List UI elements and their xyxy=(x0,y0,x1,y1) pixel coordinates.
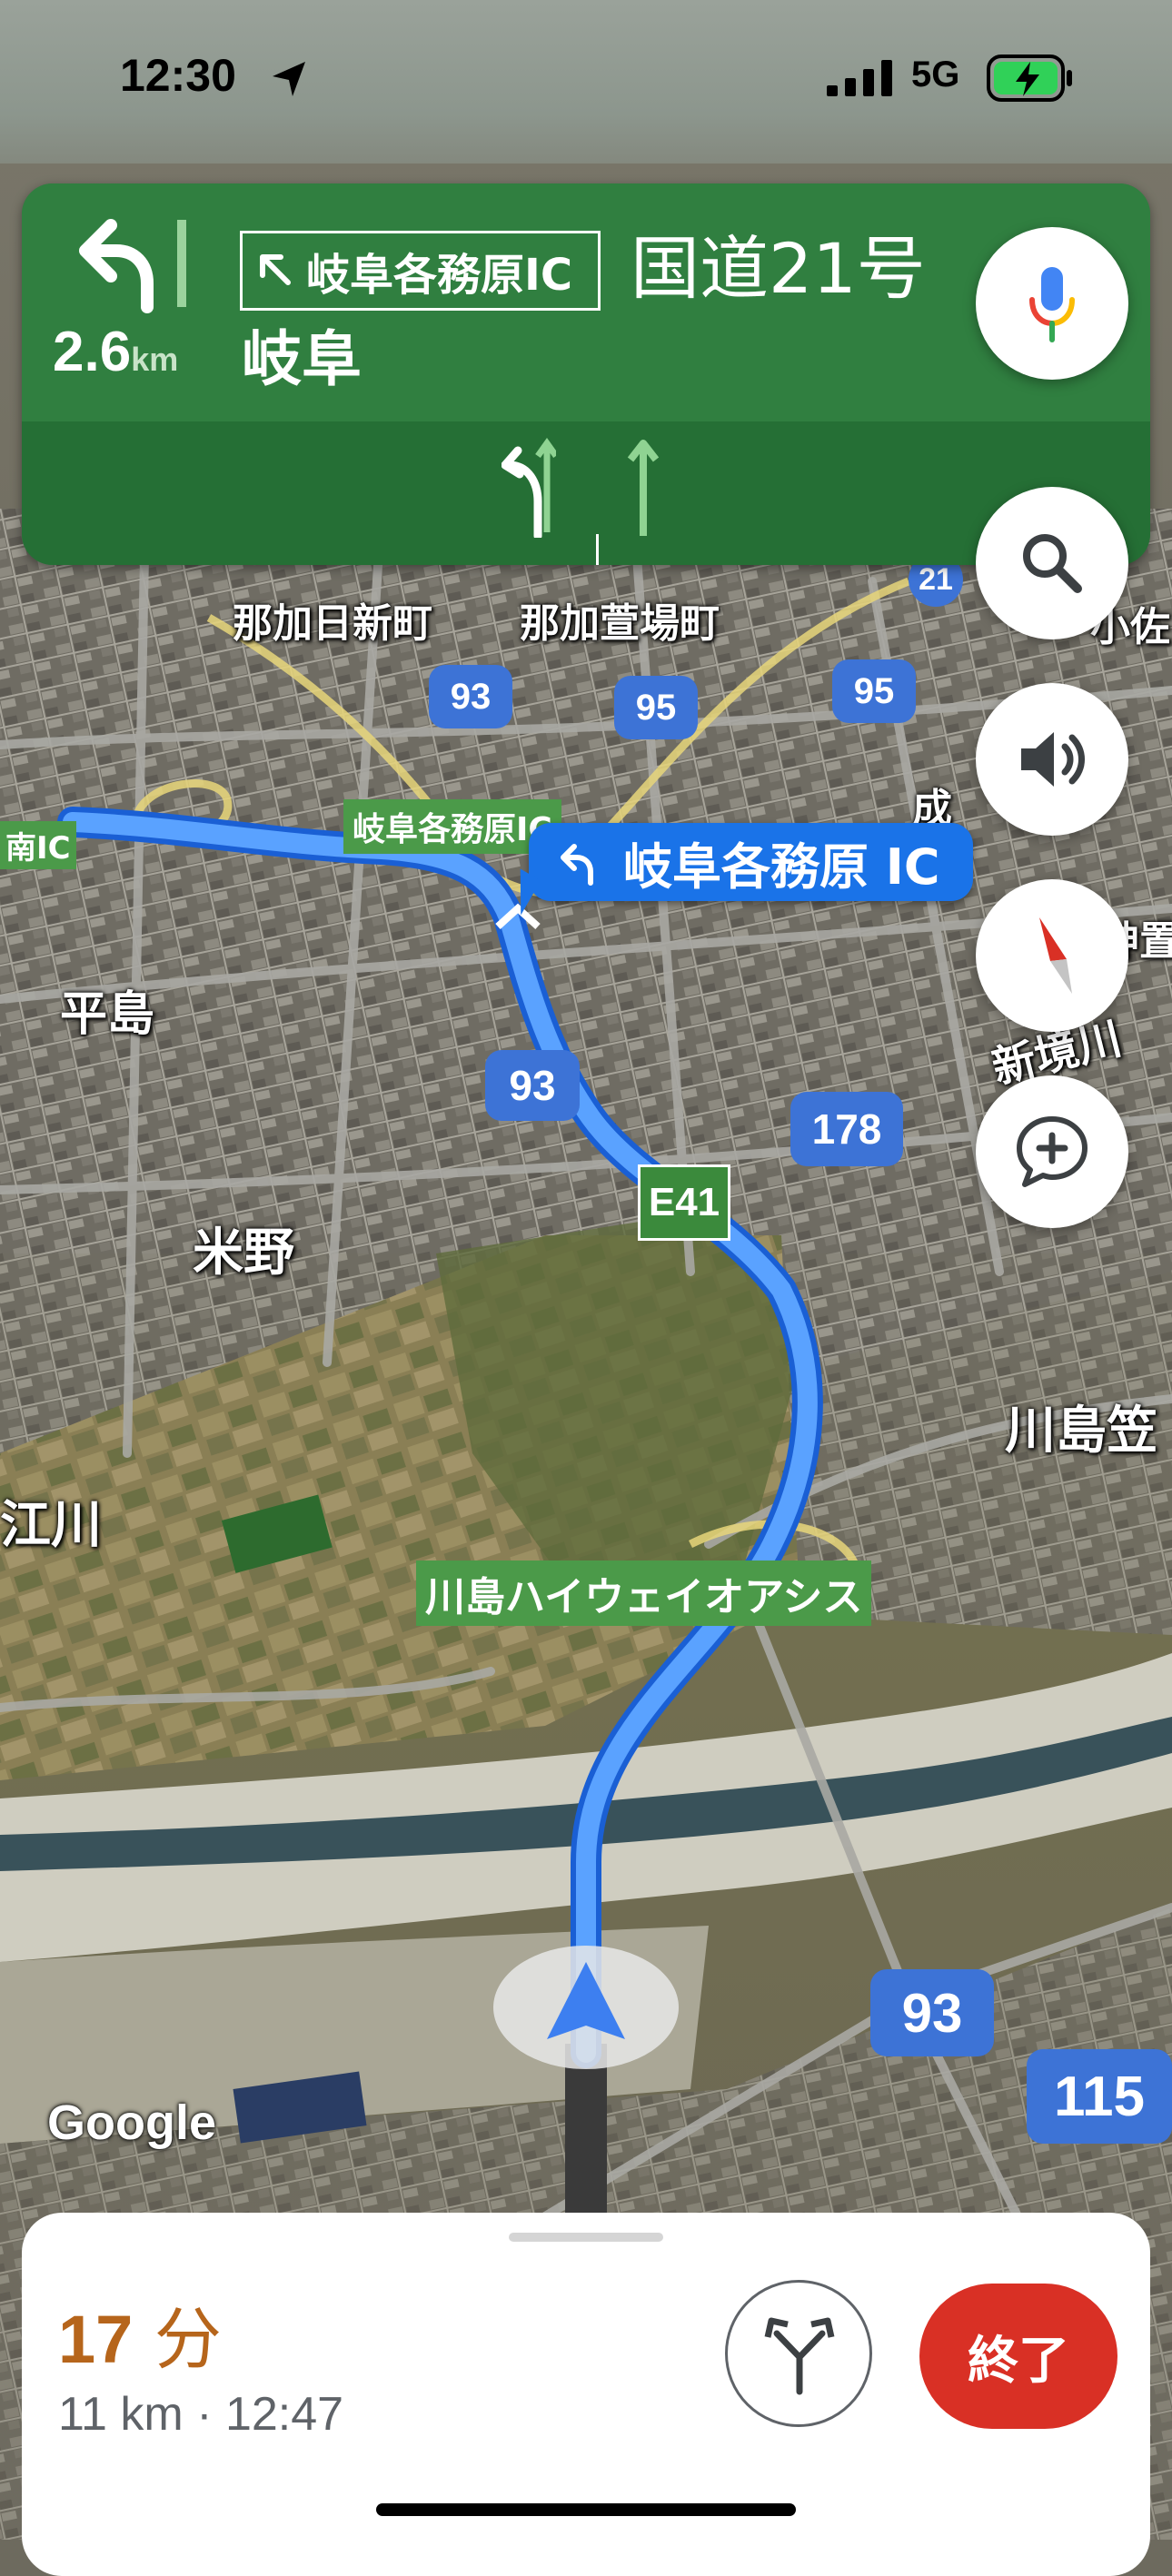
sheet-drag-handle[interactable] xyxy=(509,2233,663,2242)
distance-unit: km xyxy=(131,341,179,378)
exit-sign-label: 岐阜各務原IC xyxy=(306,250,573,301)
mute-button[interactable] xyxy=(976,683,1128,836)
place-label: 平島 xyxy=(60,987,155,1042)
expressway-shield: E41 xyxy=(638,1164,730,1241)
route-shield: 93 xyxy=(870,1969,994,2056)
turn-distance: 2.6km xyxy=(53,320,178,384)
place-label: 那加日新町 xyxy=(233,600,432,647)
route-name: 国道21号 xyxy=(631,228,926,309)
lane-turn-left-icon xyxy=(502,438,556,538)
route-shield: 95 xyxy=(614,676,698,739)
status-time: 12:30 xyxy=(120,50,236,101)
google-attribution: Google xyxy=(47,2095,216,2150)
poi-label: 川島ハイウェイオアシス xyxy=(416,1560,872,1626)
route-shield: 178 xyxy=(790,1092,903,1166)
distance-value: 2.6 xyxy=(53,321,132,383)
place-label: 米野 xyxy=(193,1224,294,1283)
expressway-behind xyxy=(565,2044,607,2225)
route-options-icon xyxy=(764,2317,835,2395)
add-report-button[interactable] xyxy=(976,1075,1128,1228)
eta-details: 11 km · 12:47 xyxy=(58,2388,344,2441)
network-type: 5G xyxy=(911,54,960,94)
eta-unit: 分 xyxy=(154,2301,222,2379)
compass-icon xyxy=(1039,917,1072,994)
volume-icon xyxy=(1021,732,1085,787)
end-navigation-button[interactable]: 終了 xyxy=(919,2284,1117,2429)
callout-label: 岐阜各務原 IC xyxy=(623,837,940,896)
alternate-routes-button[interactable] xyxy=(725,2280,872,2427)
signal-bars-icon xyxy=(827,60,892,96)
search-button[interactable] xyxy=(976,487,1128,639)
charging-battery-icon xyxy=(987,54,1072,102)
maneuver-callout[interactable]: 岐阜各務原 IC xyxy=(529,823,973,901)
search-icon xyxy=(1023,534,1082,593)
mic-icon xyxy=(1029,267,1075,342)
route-shield: 93 xyxy=(485,1050,580,1121)
trip-summary-sheet[interactable]: 17 分 11 km · 12:47 終了 xyxy=(22,2213,1150,2576)
eta-duration: 17 分 xyxy=(58,2285,222,2383)
lane-divider xyxy=(596,534,599,565)
compass-button[interactable] xyxy=(976,879,1128,1032)
lane-straight-icon xyxy=(627,440,660,536)
route-shield: 115 xyxy=(1027,2049,1172,2144)
place-label: 江川 xyxy=(0,1496,102,1555)
navigation-banner[interactable]: 2.6km 岐阜各務原IC 国道21号 岐阜 xyxy=(22,183,1150,565)
turn-left-icon xyxy=(561,844,593,886)
place-label: 川島笠 xyxy=(1005,1402,1157,1461)
home-indicator[interactable] xyxy=(376,2503,796,2516)
add-report-icon xyxy=(1017,1116,1088,1187)
status-bar: 12:30 5G xyxy=(0,0,1172,163)
ic-label: 南IC xyxy=(0,821,76,869)
turn-left-icon xyxy=(79,219,186,313)
eta-minutes: 17 xyxy=(58,2302,134,2377)
route-shield: 93 xyxy=(429,665,512,728)
arrow-up-left-icon xyxy=(260,254,291,285)
place-label: 那加萱場町 xyxy=(520,600,720,647)
destination-name: 岐阜 xyxy=(242,324,362,394)
exit-sign: 岐阜各務原IC xyxy=(240,231,601,311)
voice-search-button[interactable] xyxy=(976,227,1128,380)
route-shield: 95 xyxy=(832,659,916,723)
location-arrow-icon xyxy=(273,62,305,96)
